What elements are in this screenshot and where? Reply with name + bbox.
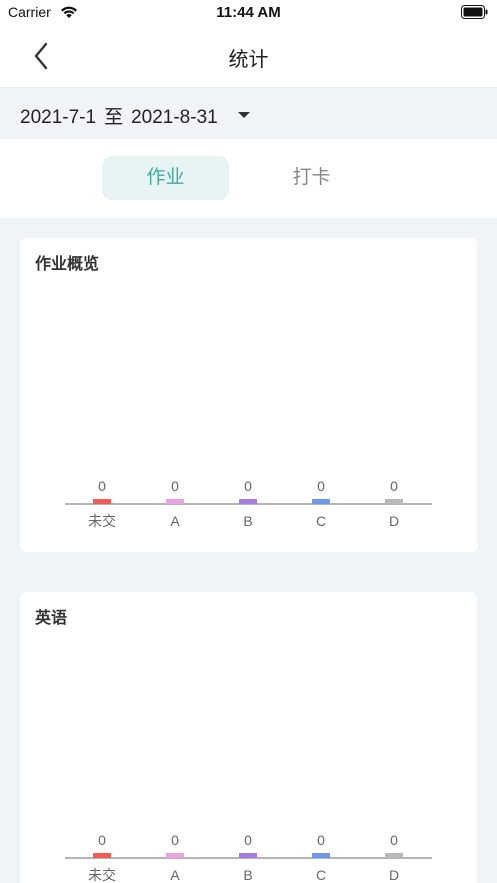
bar-value-label: 0 <box>98 832 106 848</box>
end-date: 2021-8-31 <box>131 107 218 128</box>
date-range-bar: 2021-7-1 至 2021-8-31 <box>0 89 497 139</box>
tab-bar: 作业 打卡 <box>0 139 497 218</box>
bar-value-label: 0 <box>244 832 252 848</box>
bar-value-label: 0 <box>390 832 398 848</box>
category-label: A <box>170 513 180 529</box>
category-label: D <box>389 867 399 883</box>
status-bar: Carrier 11:44 AM <box>0 0 497 26</box>
bar-chart-homework-overview: 0 未交 0 A 0 B 0 C 0 D <box>65 478 432 529</box>
bar <box>93 853 111 858</box>
bar-value-label: 0 <box>317 478 325 494</box>
tab-checkin[interactable]: 打卡 <box>248 156 375 200</box>
category-label: C <box>316 867 326 883</box>
nav-bar: 统计 <box>0 26 497 88</box>
category-label: A <box>170 867 180 883</box>
category-label: B <box>243 867 252 883</box>
battery-icon <box>461 5 488 19</box>
bar <box>239 499 257 504</box>
bar-value-label: 0 <box>390 478 398 494</box>
category-label: B <box>243 513 252 529</box>
bar-value-label: 0 <box>171 832 179 848</box>
bar <box>239 853 257 858</box>
bar <box>312 853 330 858</box>
chart-card-english: 0 未交 0 A 0 B 0 C 0 D 英语 <box>20 592 477 883</box>
chart-title: 作业概览 <box>35 256 100 273</box>
bar-value-label: 0 <box>244 478 252 494</box>
bar-chart-english: 0 未交 0 A 0 B 0 C 0 D <box>65 832 432 883</box>
chart-title: 英语 <box>35 610 68 627</box>
status-time: 11:44 AM <box>216 4 281 21</box>
bar <box>166 853 184 858</box>
bar <box>93 499 111 504</box>
date-range-picker[interactable]: 2021-7-1 至 2021-8-31 <box>20 102 218 129</box>
bar <box>312 499 330 504</box>
page-title: 统计 <box>228 49 269 71</box>
category-label: 未交 <box>88 513 116 529</box>
bar <box>166 499 184 504</box>
category-label: C <box>316 513 326 529</box>
date-separator: 至 <box>104 107 124 128</box>
chart-card-homework-overview: 0 未交 0 A 0 B 0 C 0 D 作业概览 <box>20 238 477 552</box>
bar-value-label: 0 <box>317 832 325 848</box>
bar <box>385 499 403 504</box>
start-date: 2021-7-1 <box>20 107 97 128</box>
bar-value-label: 0 <box>171 478 179 494</box>
tab-homework[interactable]: 作业 <box>102 156 229 200</box>
category-label: 未交 <box>88 867 116 883</box>
category-label: D <box>389 513 399 529</box>
dropdown-caret-icon[interactable] <box>238 112 250 118</box>
bar-value-label: 0 <box>98 478 106 494</box>
bar <box>385 853 403 858</box>
